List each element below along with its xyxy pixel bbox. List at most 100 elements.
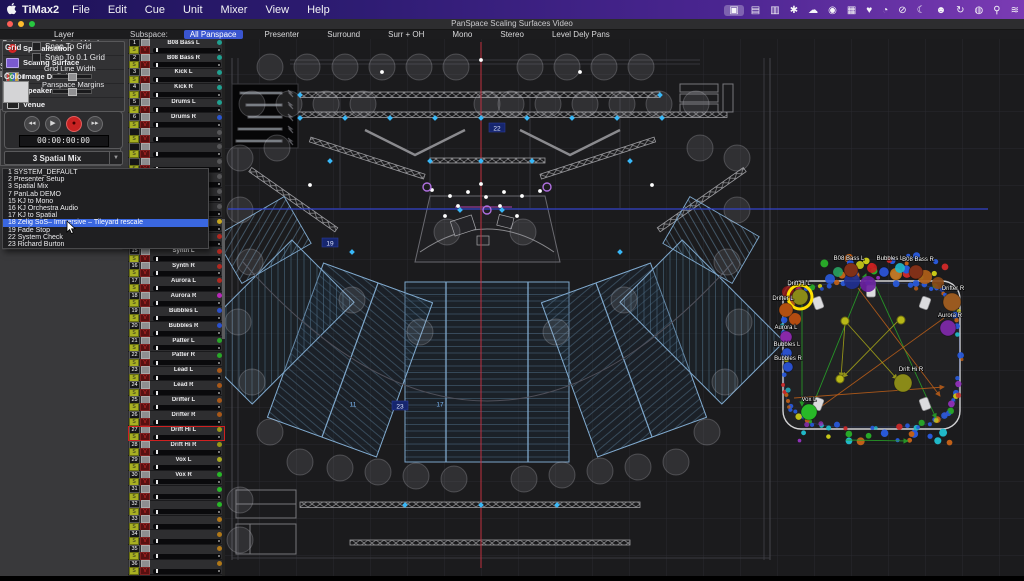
do-not-disturb-icon[interactable]: ⊘ xyxy=(893,5,911,16)
tab-stereo[interactable]: Stereo xyxy=(494,30,530,39)
grid-app-icon[interactable]: ▦ xyxy=(842,5,861,16)
channel-strip-32[interactable]: 32SV xyxy=(128,501,225,516)
health-icon[interactable]: ♥ xyxy=(861,5,877,16)
channel-strip-17[interactable]: 17Aurora LSV xyxy=(128,277,225,292)
channel-fader[interactable] xyxy=(153,331,221,336)
channel-strip-24[interactable]: 24Lead RSV xyxy=(128,381,225,396)
channel-strip-18[interactable]: 18Aurora RSV xyxy=(128,292,225,307)
channel-strip-26[interactable]: 26Drifter RSV xyxy=(128,411,225,426)
channel-fader[interactable] xyxy=(153,107,221,112)
tab-surround[interactable]: Surround xyxy=(321,30,366,39)
tab-presenter[interactable]: Presenter xyxy=(259,30,306,39)
menu-item-view[interactable]: View xyxy=(256,4,298,16)
channel-strip-27[interactable]: 27Drift Hi LSV xyxy=(128,426,225,441)
channel-strip-25[interactable]: 25Drifter LSV xyxy=(128,396,225,411)
channel-strip-hidden[interactable]: SV xyxy=(128,128,225,143)
snap-to-grid-checkbox[interactable] xyxy=(32,42,41,51)
channel-fader[interactable] xyxy=(153,360,221,365)
cue-item[interactable]: 18 Zelig SoS– Immersive – Tileyard resca… xyxy=(3,219,208,226)
channel-fader[interactable] xyxy=(153,554,221,559)
cue-item[interactable]: 17 KJ to Spatial xyxy=(3,212,208,219)
menu-item-unit[interactable]: Unit xyxy=(174,4,212,16)
channel-fader[interactable] xyxy=(153,286,221,291)
channel-fader[interactable] xyxy=(153,524,221,529)
channel-fader[interactable] xyxy=(153,92,221,97)
menu-item-help[interactable]: Help xyxy=(298,4,339,16)
channel-strip-15[interactable]: 15Synth LSV xyxy=(128,247,225,262)
menu-item-cue[interactable]: Cue xyxy=(136,4,174,16)
channel-strip-3[interactable]: 3Kick LSV xyxy=(128,69,225,84)
channel-strip-30[interactable]: 30Vox RSV xyxy=(128,471,225,486)
channel-strip-22[interactable]: 22Patter RSV xyxy=(128,352,225,367)
disc-icon[interactable]: ◍ xyxy=(970,5,989,16)
search-icon[interactable]: ⚲ xyxy=(988,5,1005,16)
channel-strip-hidden[interactable]: SV xyxy=(128,143,225,158)
cue-item[interactable]: 3 Spatial Mix xyxy=(3,183,208,190)
tab-mono[interactable]: Mono xyxy=(446,30,478,39)
channel-strip-29[interactable]: 29Vox LSV xyxy=(128,456,225,471)
forward-button[interactable]: ▸▸ xyxy=(87,116,103,132)
record-icon[interactable]: ◉ xyxy=(823,5,842,16)
channel-fader[interactable] xyxy=(153,479,221,484)
channel-fader[interactable] xyxy=(153,539,221,544)
channel-fader[interactable] xyxy=(153,122,221,127)
channel-strip-4[interactable]: 4Kick RSV xyxy=(128,84,225,99)
channel-fader[interactable] xyxy=(153,77,221,82)
channel-fader[interactable] xyxy=(153,450,221,455)
channel-strip-21[interactable]: 21Patter LSV xyxy=(128,337,225,352)
channel-fader[interactable] xyxy=(153,465,221,470)
channel-strip-28[interactable]: 28Drift Hi RSV xyxy=(128,441,225,456)
app-status-icon[interactable]: ✱ xyxy=(785,5,803,16)
channel-fader[interactable] xyxy=(153,405,221,410)
channel-strip-6[interactable]: 6Drums RSV xyxy=(128,113,225,128)
grid-color-swatch[interactable] xyxy=(3,81,29,103)
record-button[interactable]: ● xyxy=(66,116,82,132)
graph-node-vox-l[interactable]: Vox L xyxy=(801,397,817,420)
cue-item[interactable]: 1 SYSTEM_DEFAULT xyxy=(3,169,208,176)
channel-strip-35[interactable]: 35SV xyxy=(128,545,225,560)
channel-solo-button[interactable]: S xyxy=(129,567,139,575)
channel-fader[interactable] xyxy=(153,509,221,514)
filter-dropdown-icon[interactable]: ▼ xyxy=(109,152,122,164)
channel-strip-2[interactable]: 2B08 Bass RSV xyxy=(128,54,225,69)
channel-fader[interactable] xyxy=(153,345,221,350)
tab-surr-oh[interactable]: Surr + OH xyxy=(382,30,430,39)
menu-item-file[interactable]: File xyxy=(63,4,99,16)
channel-fader[interactable] xyxy=(153,301,221,306)
panspace-margins-slider[interactable] xyxy=(52,89,92,94)
clock-icon[interactable]: ◔ xyxy=(877,5,893,16)
channel-strip-5[interactable]: 5Drums LSV xyxy=(128,99,225,114)
cue-item[interactable]: 16 KJ Orchestra Audio xyxy=(3,205,208,212)
channel-fader[interactable] xyxy=(153,420,221,425)
menu-item-mixer[interactable]: Mixer xyxy=(212,4,257,16)
rewind-button[interactable]: ◂◂ xyxy=(24,116,40,132)
cue-item[interactable]: 15 KJ to Mono xyxy=(3,198,208,205)
channel-fader[interactable] xyxy=(153,569,221,574)
panspace-node-graph[interactable]: Drift Hi LDrifter LAurora LBubbles LBubb… xyxy=(772,252,965,445)
menu-item-edit[interactable]: Edit xyxy=(99,4,136,16)
channel-fader[interactable] xyxy=(153,271,221,276)
snap-01-grid-checkbox[interactable] xyxy=(32,53,41,62)
play-button[interactable]: ▶ xyxy=(45,116,61,132)
channel-v-button[interactable]: V xyxy=(140,567,150,575)
cue-item[interactable]: 2 Presenter Setup xyxy=(3,176,208,183)
cloud-icon[interactable]: ☁ xyxy=(803,5,823,16)
panspace-canvas[interactable]: 2219231117 Drift Hi LDrifter LAurora LBu… xyxy=(225,39,1024,576)
menu-app-name[interactable]: TiMax2 xyxy=(22,4,59,16)
channel-fader[interactable] xyxy=(153,390,221,395)
channel-fader[interactable] xyxy=(153,256,221,261)
channel-v-button[interactable]: V xyxy=(140,433,150,441)
apple-logo-icon[interactable] xyxy=(0,2,22,18)
channel-fader[interactable] xyxy=(153,62,221,67)
sync-icon[interactable]: ↻ xyxy=(951,5,969,16)
cue-select-dropdown[interactable]: 3 Spatial Mix ▼ xyxy=(4,151,123,165)
channel-strip-36[interactable]: 36SV xyxy=(128,560,225,575)
channel-strip-34[interactable]: 34SV xyxy=(128,530,225,545)
control-center-icon[interactable]: ≋ xyxy=(1006,5,1024,16)
channel-fader[interactable] xyxy=(153,316,221,321)
moon-icon[interactable]: ☾ xyxy=(912,5,931,16)
notes-icon[interactable]: ▥ xyxy=(765,5,784,16)
cue-item[interactable]: 7 PanLab DEMO xyxy=(3,191,208,198)
channel-strip-19[interactable]: 19Bubbles LSV xyxy=(128,307,225,322)
tab-all-panspace[interactable]: All Panspace xyxy=(184,30,243,39)
